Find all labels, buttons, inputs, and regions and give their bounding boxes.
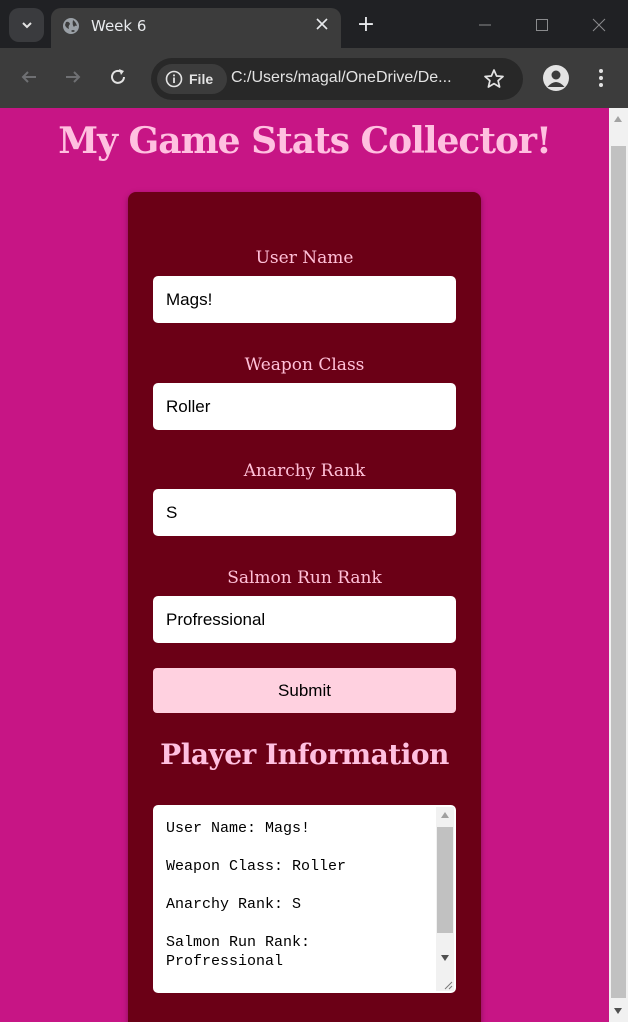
player-information-textarea[interactable]: User Name: Mags! Weapon Class: Roller An… bbox=[153, 805, 456, 993]
maximize-icon[interactable] bbox=[527, 10, 557, 40]
tab-week-6[interactable]: Week 6 bbox=[51, 8, 341, 48]
tab-strip: Week 6 + bbox=[0, 0, 628, 48]
site-info-chip[interactable]: File bbox=[157, 64, 227, 94]
user-name-label: User Name bbox=[255, 248, 354, 268]
minimize-icon[interactable] bbox=[470, 10, 500, 40]
player-information-text: User Name: Mags! Weapon Class: Roller An… bbox=[166, 820, 347, 970]
kebab-menu-icon[interactable] bbox=[589, 65, 613, 91]
url-text[interactable]: C:/Users/magal/OneDrive/De... bbox=[231, 69, 471, 87]
weapon-class-input[interactable] bbox=[153, 383, 456, 430]
scroll-down-arrow-icon[interactable] bbox=[441, 955, 449, 961]
scroll-up-arrow-icon[interactable] bbox=[441, 812, 449, 818]
salmon-run-rank-input[interactable] bbox=[153, 596, 456, 643]
reload-icon[interactable] bbox=[105, 64, 131, 90]
salmon-run-rank-label: Salmon Run Rank bbox=[227, 568, 382, 588]
tab-title: Week 6 bbox=[91, 17, 147, 35]
address-bar[interactable]: File C:/Users/magal/OneDrive/De... bbox=[151, 58, 523, 100]
stats-form-card: User Name Weapon Class Anarchy Rank Salm… bbox=[128, 192, 481, 1022]
bookmark-star-icon[interactable] bbox=[483, 68, 505, 90]
weapon-class-label: Weapon Class bbox=[244, 355, 365, 375]
user-name-input[interactable] bbox=[153, 276, 456, 323]
anarchy-rank-label: Anarchy Rank bbox=[243, 461, 366, 481]
new-tab-button[interactable]: + bbox=[353, 11, 379, 37]
page-scroll-thumb[interactable] bbox=[611, 146, 626, 998]
page-title: My Game Stats Collector! bbox=[58, 120, 552, 162]
anarchy-rank-input[interactable] bbox=[153, 489, 456, 536]
page-scroll-down-arrow-icon[interactable] bbox=[614, 1008, 622, 1014]
page-scrollbar[interactable] bbox=[609, 108, 628, 1022]
page-viewport: My Game Stats Collector! User Name Weapo… bbox=[0, 108, 609, 1022]
tab-search-button[interactable] bbox=[9, 8, 44, 42]
info-icon bbox=[165, 70, 183, 88]
submit-button[interactable]: Submit bbox=[153, 668, 456, 713]
back-arrow-icon[interactable] bbox=[16, 64, 42, 90]
profile-avatar-icon[interactable] bbox=[543, 65, 569, 91]
window-close-icon[interactable] bbox=[584, 10, 614, 40]
textarea-scroll-thumb[interactable] bbox=[437, 827, 453, 933]
globe-icon bbox=[63, 18, 79, 34]
forward-arrow-icon[interactable] bbox=[60, 64, 86, 90]
chevron-down-icon bbox=[21, 22, 32, 29]
page-scroll-up-arrow-icon[interactable] bbox=[614, 116, 622, 122]
close-tab-icon[interactable] bbox=[312, 14, 332, 34]
file-chip-label: File bbox=[189, 71, 214, 87]
player-information-heading: Player Information bbox=[160, 738, 449, 771]
textarea-scrollbar[interactable] bbox=[436, 807, 454, 991]
browser-toolbar: File C:/Users/magal/OneDrive/De... bbox=[0, 48, 628, 108]
resize-handle-icon[interactable] bbox=[443, 980, 453, 990]
